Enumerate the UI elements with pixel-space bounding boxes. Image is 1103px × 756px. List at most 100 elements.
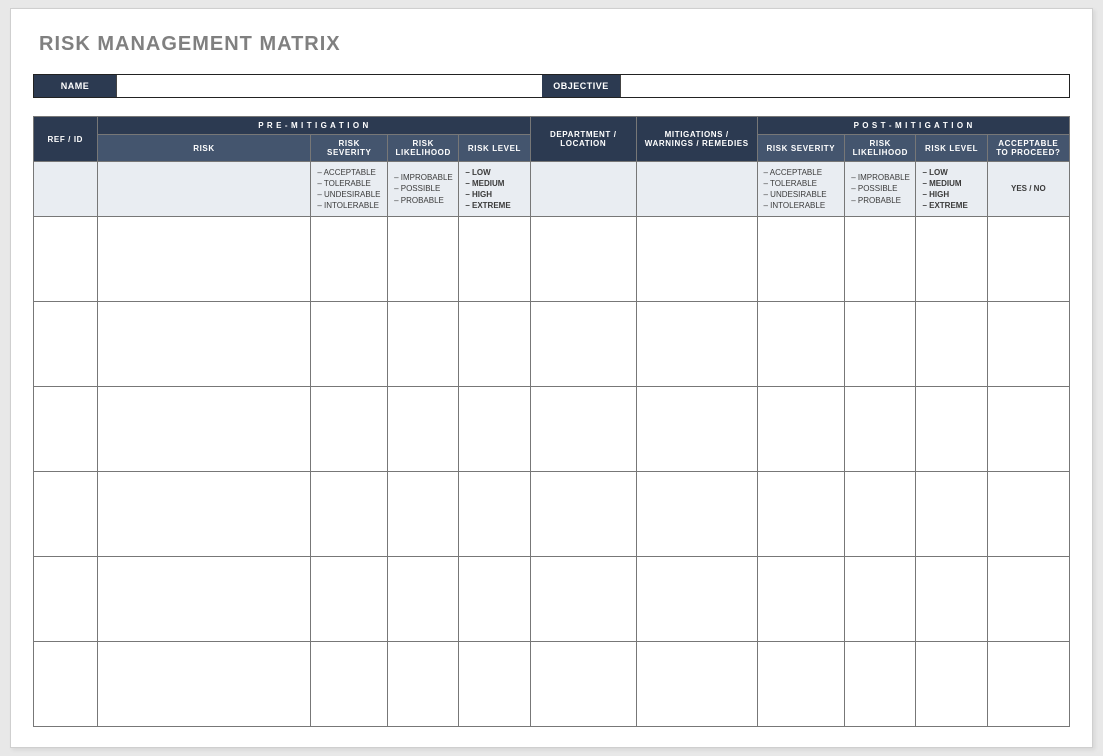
legend-proceed: YES / NO [987,162,1069,217]
cell-lvl2[interactable] [916,642,987,727]
col-risk-level: RISK LEVEL [459,135,530,162]
name-label: NAME [34,75,116,97]
cell-ref[interactable] [34,302,98,387]
table-row [34,217,1070,302]
page: RISK MANAGEMENT MATRIX NAME OBJECTIVE RE… [10,8,1093,748]
cell-lik[interactable] [388,642,459,727]
cell-sev2[interactable] [757,557,845,642]
legend-mit [636,162,757,217]
col-risk-likelihood-post: RISK LIKELIHOOD [845,135,916,162]
cell-proc[interactable] [987,557,1069,642]
cell-dept[interactable] [530,472,636,557]
cell-sev2[interactable] [757,472,845,557]
cell-risk[interactable] [97,387,311,472]
cell-dept[interactable] [530,217,636,302]
cell-sev2[interactable] [757,302,845,387]
cell-mit[interactable] [636,217,757,302]
cell-risk[interactable] [97,302,311,387]
objective-field[interactable] [620,75,1069,97]
risk-matrix-table: REF / ID P R E - M I T I G A T I O N DEP… [33,116,1070,727]
col-mitigations: MITIGATIONS / WARNINGS / REMEDIES [636,117,757,162]
cell-mit[interactable] [636,302,757,387]
cell-lvl[interactable] [459,217,530,302]
col-pre-mitigation: P R E - M I T I G A T I O N [97,117,530,135]
col-risk: RISK [97,135,311,162]
cell-lik[interactable] [388,557,459,642]
cell-sev[interactable] [311,642,388,727]
cell-risk[interactable] [97,642,311,727]
cell-lik[interactable] [388,472,459,557]
cell-lvl2[interactable] [916,557,987,642]
cell-lik2[interactable] [845,642,916,727]
cell-ref[interactable] [34,217,98,302]
cell-sev2[interactable] [757,642,845,727]
cell-sev[interactable] [311,472,388,557]
cell-sev2[interactable] [757,387,845,472]
legend-severity: – ACCEPTABLE – TOLERABLE – UNDESIRABLE –… [311,162,388,217]
legend-level-post: – LOW – MEDIUM – HIGH – EXTREME [916,162,987,217]
cell-dept[interactable] [530,557,636,642]
cell-lvl2[interactable] [916,302,987,387]
cell-sev2[interactable] [757,217,845,302]
cell-lik2[interactable] [845,387,916,472]
cell-ref[interactable] [34,642,98,727]
cell-lvl[interactable] [459,387,530,472]
col-risk-level-post: RISK LEVEL [916,135,987,162]
cell-sev[interactable] [311,302,388,387]
legend-likelihood-post: – IMPROBABLE – POSSIBLE – PROBABLE [845,162,916,217]
cell-dept[interactable] [530,642,636,727]
cell-lik2[interactable] [845,557,916,642]
legend-likelihood: – IMPROBABLE – POSSIBLE – PROBABLE [388,162,459,217]
objective-label: OBJECTIVE [542,75,620,97]
cell-lik2[interactable] [845,217,916,302]
cell-lvl[interactable] [459,642,530,727]
cell-risk[interactable] [97,472,311,557]
table-row [34,302,1070,387]
cell-mit[interactable] [636,472,757,557]
legend-row: – ACCEPTABLE – TOLERABLE – UNDESIRABLE –… [34,162,1070,217]
cell-lvl[interactable] [459,557,530,642]
col-risk-severity-post: RISK SEVERITY [757,135,845,162]
cell-lvl2[interactable] [916,217,987,302]
cell-sev[interactable] [311,217,388,302]
cell-proc[interactable] [987,642,1069,727]
cell-lvl2[interactable] [916,472,987,557]
cell-lik2[interactable] [845,302,916,387]
cell-risk[interactable] [97,217,311,302]
cell-ref[interactable] [34,557,98,642]
cell-dept[interactable] [530,302,636,387]
cell-lik2[interactable] [845,472,916,557]
table-row [34,387,1070,472]
cell-proc[interactable] [987,217,1069,302]
cell-lik[interactable] [388,387,459,472]
legend-level: – LOW – MEDIUM – HIGH – EXTREME [459,162,530,217]
name-field[interactable] [116,75,542,97]
cell-lvl[interactable] [459,302,530,387]
cell-sev[interactable] [311,387,388,472]
cell-lik[interactable] [388,217,459,302]
topbar: NAME OBJECTIVE [33,74,1070,98]
cell-mit[interactable] [636,387,757,472]
col-department: DEPARTMENT / LOCATION [530,117,636,162]
col-acceptable: ACCEPTABLE TO PROCEED? [987,135,1069,162]
page-title: RISK MANAGEMENT MATRIX [39,33,1070,56]
cell-ref[interactable] [34,472,98,557]
cell-proc[interactable] [987,302,1069,387]
col-risk-likelihood: RISK LIKELIHOOD [388,135,459,162]
cell-lvl2[interactable] [916,387,987,472]
cell-lik[interactable] [388,302,459,387]
cell-proc[interactable] [987,472,1069,557]
cell-sev[interactable] [311,557,388,642]
legend-severity-post: – ACCEPTABLE – TOLERABLE – UNDESIRABLE –… [757,162,845,217]
col-risk-severity: RISK SEVERITY [311,135,388,162]
cell-lvl[interactable] [459,472,530,557]
cell-risk[interactable] [97,557,311,642]
legend-ref [34,162,98,217]
cell-mit[interactable] [636,557,757,642]
cell-mit[interactable] [636,642,757,727]
table-row [34,557,1070,642]
cell-dept[interactable] [530,387,636,472]
cell-ref[interactable] [34,387,98,472]
col-ref-id: REF / ID [34,117,98,162]
cell-proc[interactable] [987,387,1069,472]
